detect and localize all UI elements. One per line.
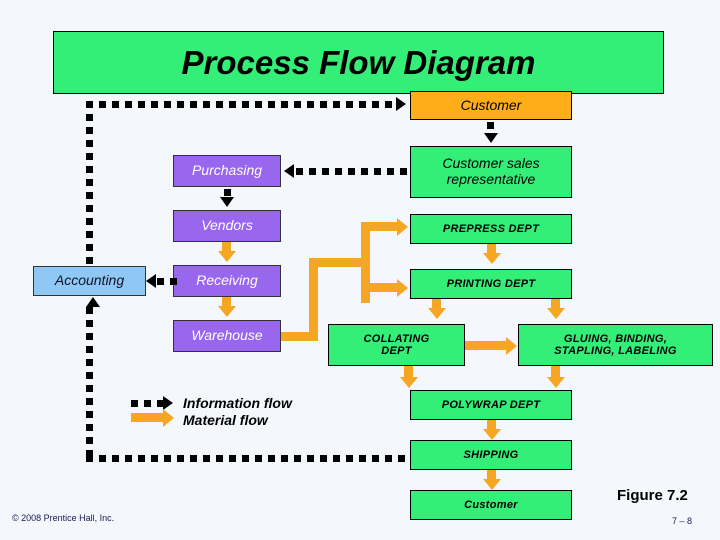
material-flow-arrowhead-to-receiving (218, 251, 236, 262)
node-customer-top[interactable]: Customer (410, 91, 572, 120)
material-flow-arrowhead-collating-to-gluing (506, 337, 517, 355)
node-warehouse[interactable]: Warehouse (173, 320, 281, 352)
info-flow-arrowhead-to-customer-top (396, 97, 406, 111)
info-flow-receiving-to-accounting-line (157, 278, 181, 285)
legend-material-flow-label: Material flow (183, 412, 268, 428)
material-flow-arrowhead-prepress-to-printing (483, 253, 501, 264)
material-flow-arrowhead-gluing-to-polywrap (547, 377, 565, 388)
material-flow-trunk-vertical-lower (309, 258, 318, 341)
node-vendors-label: Vendors (201, 217, 253, 234)
node-prepress-dept-label: PREPRESS DEPT (442, 222, 540, 235)
slide-title-banner: Process Flow Diagram (53, 31, 664, 94)
material-flow-trunk-horizontal (309, 258, 361, 267)
node-printing-dept-label: PRINTING DEPT (446, 277, 536, 290)
node-vendors[interactable]: Vendors (173, 210, 281, 242)
node-accounting[interactable]: Accounting (33, 266, 146, 296)
node-customer-sales-representative[interactable]: Customer sales representative (410, 146, 572, 198)
legend-information-flow-arrowhead (163, 396, 173, 410)
material-flow-arrowhead-printing-to-gluing (547, 308, 565, 319)
material-flow-collating-to-gluing-line (465, 341, 507, 350)
copyright-notice: © 2008 Prentice Hall, Inc. (12, 513, 115, 523)
node-shipping[interactable]: SHIPPING (410, 440, 572, 470)
legend-information-flow-line (131, 400, 164, 407)
legend-information-flow-label: Information flow (183, 395, 292, 411)
material-flow-arrowhead-to-printing (397, 279, 408, 297)
material-flow-arrowhead-collating-to-polywrap (400, 377, 418, 388)
node-receiving-label: Receiving (196, 272, 258, 289)
node-shipping-label: SHIPPING (463, 448, 519, 461)
info-flow-arrowhead-to-salesrep (484, 133, 498, 143)
info-flow-bottom-rail-vertical (86, 307, 93, 462)
material-flow-warehouse-out-horizontal (281, 332, 309, 341)
material-flow-arrowhead-to-warehouse (218, 306, 236, 317)
info-flow-left-rail-vertical (86, 101, 93, 287)
info-flow-salesrep-to-purchasing-line (296, 168, 408, 175)
node-prepress-dept[interactable]: PREPRESS DEPT (410, 214, 572, 244)
page-number: 7 – 8 (672, 516, 693, 526)
node-collating-dept[interactable]: COLLATING DEPT (328, 324, 465, 366)
figure-label: Figure 7.2 (617, 487, 688, 504)
node-warehouse-label: Warehouse (191, 327, 263, 344)
node-customer-top-label: Customer (460, 96, 522, 113)
material-flow-arrowhead-to-shipping (483, 429, 501, 440)
node-customer-bottom[interactable]: Customer (410, 490, 572, 520)
legend-material-flow-line (131, 413, 164, 422)
info-flow-arrowhead-to-purchasing (284, 164, 294, 178)
info-flow-arrowhead-to-accounting-bottom (86, 297, 100, 307)
node-collating-dept-label: COLLATING DEPT (363, 332, 430, 357)
page-title: Process Flow Diagram (181, 43, 536, 81)
info-flow-arrowhead-to-accounting (146, 274, 156, 288)
legend-material-flow-arrowhead (163, 409, 174, 427)
node-accounting-label: Accounting (54, 272, 125, 289)
node-customer-sales-representative-label: Customer sales representative (442, 155, 540, 187)
node-printing-dept[interactable]: PRINTING DEPT (410, 269, 572, 299)
node-purchasing[interactable]: Purchasing (173, 155, 281, 187)
material-flow-arrowhead-to-prepress (397, 218, 408, 236)
node-polywrap-dept[interactable]: POLYWRAP DEPT (410, 390, 572, 420)
node-gluing-binding-stapling-labeling[interactable]: GLUING, BINDING, STAPLING, LABELING (518, 324, 713, 366)
node-purchasing-label: Purchasing (191, 162, 263, 179)
material-flow-arrowhead-to-customer-bottom (483, 479, 501, 490)
material-flow-branch-to-prepress (361, 222, 397, 231)
node-gluing-binding-stapling-labeling-label: GLUING, BINDING, STAPLING, LABELING (554, 332, 677, 357)
node-customer-bottom-label: Customer (464, 498, 518, 511)
node-receiving[interactable]: Receiving (173, 265, 281, 297)
info-flow-bottom-horizontal (86, 455, 408, 462)
material-flow-branch-to-printing (361, 283, 397, 292)
info-flow-arrowhead-to-vendors (220, 197, 234, 207)
node-polywrap-dept-label: POLYWRAP DEPT (441, 398, 541, 411)
process-flow-diagram-slide: Process Flow Diagram Customer Customer s… (0, 0, 720, 540)
info-flow-top-horizontal (86, 101, 398, 108)
material-flow-arrowhead-to-collating (428, 308, 446, 319)
